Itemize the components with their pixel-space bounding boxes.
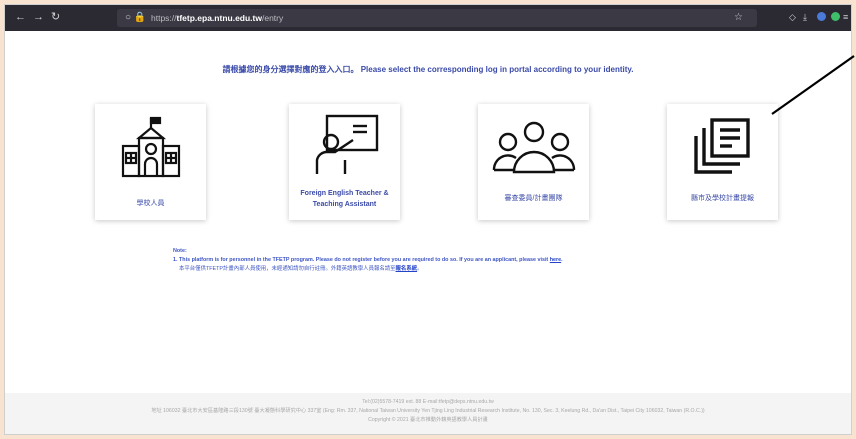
school-building-icon (121, 116, 180, 178)
annotation-arrow-line (771, 55, 855, 115)
page-instruction: 請根據您的身分選擇對應的登入入口。 Please select the corr… (222, 65, 634, 74)
shield-icon[interactable]: ◇ (789, 10, 796, 24)
back-icon[interactable]: ← (15, 10, 26, 24)
extension-icon[interactable] (817, 12, 826, 21)
portal-card-county-school-plan[interactable]: 縣市及學校計畫提報 (667, 104, 778, 220)
browser-toolbar: ← → ↻ ○ 🔒 https://tfetp.epa.ntnu.edu.tw/… (5, 5, 851, 31)
portal-card-reviewer-team[interactable]: 審查委員/計畫團隊 (478, 104, 589, 220)
bookmark-star-icon[interactable]: ☆ (734, 9, 743, 27)
portal-card-school-staff[interactable]: 學校人員 (95, 104, 206, 220)
lock-icon: ○ 🔒 (125, 12, 147, 23)
download-icon[interactable]: ⤓ (803, 10, 807, 24)
notes-line-english: 1. This platform is for personnel in the… (173, 257, 563, 263)
portal-card-foreign-teacher[interactable]: Foreign English Teacher & Teaching Assis… (289, 104, 400, 220)
footer-copyright: Copyright © 2021 臺北市推動外籍英語教學人員計畫 (368, 417, 488, 423)
notes-heading: Note: (173, 248, 187, 254)
page-footer: Tel:(02)5578-7419 ext. 88 E-mail:tfetp@d… (5, 393, 851, 434)
reload-icon[interactable]: ↻ (51, 10, 60, 24)
document-stack-icon (693, 118, 750, 174)
portal-card-label: Foreign English Teacher & (300, 190, 389, 197)
portal-card-label: 審查委員/計畫團隊 (504, 195, 563, 202)
page-content: 請根據您的身分選擇對應的登入入口。 Please select the corr… (5, 31, 851, 434)
menu-icon[interactable]: ≡ (843, 10, 848, 24)
teacher-whiteboard-icon (315, 114, 378, 174)
url-text: https://tfetp.epa.ntnu.edu.tw/entry (151, 13, 284, 23)
registration-system-link[interactable]: 報名系統 (396, 266, 418, 272)
portal-card-label: 縣市及學校計畫提報 (691, 195, 754, 202)
notes-line-chinese: 本平台僅供TFETP計畫內部人員使用，未經通知請勿自行註冊。外籍英語教學人員報名… (179, 266, 423, 272)
forward-icon[interactable]: → (33, 10, 44, 24)
extension-icon[interactable] (831, 12, 840, 21)
portal-card-label: Teaching Assistant (312, 201, 377, 208)
notes-section: Note: 1. This platform is for personnel … (173, 247, 563, 274)
browser-window: ← → ↻ ○ 🔒 https://tfetp.epa.ntnu.edu.tw/… (4, 4, 852, 435)
address-bar[interactable]: ○ 🔒 https://tfetp.epa.ntnu.edu.tw/entry … (117, 9, 757, 27)
applicant-here-link[interactable]: here (550, 257, 561, 263)
footer-contact: Tel:(02)5578-7419 ext. 88 E-mail:tfetp@d… (362, 399, 494, 405)
portal-card-label: 學校人員 (136, 200, 165, 207)
footer-address: 地址 106032 臺北市大安區基隆路三段130號 臺大凝態科學研究中心 337… (151, 408, 705, 414)
group-people-icon (492, 121, 575, 174)
